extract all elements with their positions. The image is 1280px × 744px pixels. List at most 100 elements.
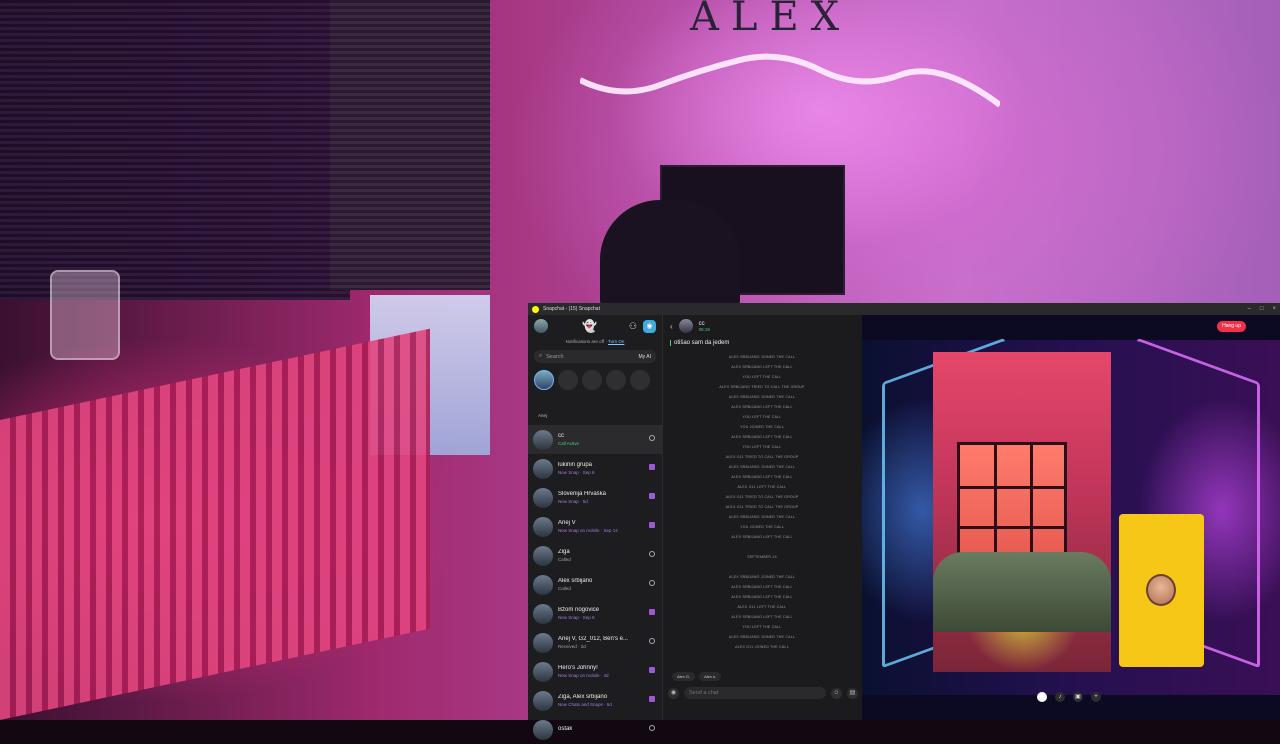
chat-list: cc Call Active lukinin grupa New Snap · Sep… [528, 425, 663, 744]
maximize-icon[interactable]: □ [1260, 306, 1264, 312]
chat-list-item[interactable]: Anej V, G2_012, Ben's e... Received · 2d [528, 628, 663, 657]
chat-avatar [533, 690, 553, 711]
chat-status-icon[interactable] [649, 522, 655, 528]
call-log-entry: ALEX SRBIJANO JOINED THE CALL [728, 355, 796, 359]
chat-status: Called [558, 557, 571, 562]
chat-sidebar: 👻 ⚇ ◉ Notifications are off · Turn On ⌕ … [528, 315, 663, 740]
my-ai-button[interactable]: My AI [638, 354, 651, 360]
chat-status: Called [558, 586, 571, 591]
send-chat-input[interactable] [684, 687, 826, 699]
chat-status: New Snap on mobile · 4d [558, 673, 609, 678]
hang-up-button[interactable]: Hang up [1217, 321, 1246, 332]
bitmoji-avatar [1146, 574, 1176, 606]
chat-name: Žiga [558, 549, 570, 555]
call-controls: ♪ ▣ + [1037, 692, 1101, 702]
chat-list-item[interactable]: Slovenija Hrvaška New Snap · 5d [528, 483, 663, 512]
chat-avatar [533, 661, 553, 682]
chat-status: Call Active [558, 441, 580, 446]
close-icon[interactable]: × [1272, 306, 1276, 312]
conversation-pane: ‹ cc 05:19 otišao sam da jedem ALEX SRBI… [664, 315, 860, 720]
chat-avatar [533, 632, 553, 653]
glass-mug [50, 270, 120, 360]
radiator [0, 328, 430, 720]
chat-status-icon[interactable] [649, 551, 655, 557]
chat-list-item[interactable]: lukinin grupa New Snap · Sep 6 [528, 454, 663, 483]
minimize-icon[interactable]: – [1248, 306, 1251, 312]
chat-name: Žiga, Alex srbijano [558, 694, 608, 700]
call-log-entry: ALEX SRBIJANO JOINED THE CALL [728, 575, 796, 579]
chat-list-item[interactable]: Žiga Called [528, 541, 663, 570]
chat-status-icon[interactable] [649, 725, 655, 731]
add-friend-icon[interactable]: ⚇ [629, 321, 637, 332]
search-bar[interactable]: ⌕ Search My AI [534, 350, 656, 363]
stories-row [528, 366, 662, 400]
gaming-chair [600, 200, 740, 310]
story-placeholder [558, 370, 578, 390]
my-story[interactable] [534, 370, 554, 390]
snapchat-ghost-icon[interactable]: 👻 [582, 319, 597, 333]
story-placeholder [606, 370, 626, 390]
back-icon[interactable]: ‹ [670, 322, 673, 331]
emoji-icon[interactable]: ☺ [831, 687, 842, 699]
chat-list-item[interactable]: cc Call Active [528, 425, 663, 454]
chat-name: Hero's Johnny! [558, 665, 598, 671]
call-log-entry: YOU LEFT THE CALL [742, 375, 782, 379]
call-log-entry: ALEX SRBIJANO LEFT THE CALL [731, 585, 793, 589]
window-blind-side [330, 0, 490, 290]
chat-avatar [533, 458, 553, 479]
chat-avatar [533, 574, 553, 595]
window-blind [0, 0, 350, 300]
chat-avatar [533, 719, 553, 740]
add-participant-icon[interactable]: + [1091, 692, 1101, 702]
chat-name: Anej V, G2_012, Ben's e... [558, 636, 628, 642]
chat-status: New Snap · 5d [558, 499, 588, 504]
camera-button-icon[interactable]: ◉ [668, 687, 679, 699]
my-story-label: Anej [538, 413, 548, 418]
chat-list-item[interactable]: Hero's Johnny! New Snap on mobile · 4d [528, 657, 663, 686]
call-log-entry: ALEX G11 TRIED TO CALL THE GROUP [725, 455, 799, 459]
group-avatar[interactable] [678, 319, 693, 333]
call-log-entry: ALEX SRBIJANO JOINED THE CALL [728, 515, 796, 519]
turn-on-link[interactable]: Turn On [608, 339, 624, 344]
call-log-entry: SEPTEMBER 24 [747, 555, 777, 559]
chat-status: New Snap on mobile · Sep 14 [558, 528, 618, 533]
call-log-entry: ALEX SRBIJANO JOINED THE CALL [728, 395, 796, 399]
chat-status-icon[interactable] [649, 609, 655, 615]
chat-status-icon[interactable] [649, 696, 655, 702]
chat-status-icon[interactable] [649, 435, 655, 441]
chat-list-item[interactable]: ostak [528, 715, 663, 744]
participant-chip[interactable]: Alex G. [672, 672, 696, 681]
chat-status-icon[interactable] [649, 493, 655, 499]
led-strip [580, 53, 1000, 108]
profile-avatar[interactable] [534, 319, 548, 333]
chat-list-item[interactable]: Alex srbijano Called [528, 570, 663, 599]
participant-chip[interactable]: Alex s. [699, 672, 722, 681]
call-log-entry: ALEX SRBIJANO LEFT THE CALL [731, 405, 793, 409]
chat-name: ostak [558, 725, 573, 732]
sticker-icon[interactable]: ▤ [847, 687, 858, 699]
call-log-entry [664, 562, 860, 572]
chat-name: Anej V [558, 520, 576, 526]
chat-status: Received · 2d [558, 644, 586, 649]
chat-name: Slovenija Hrvaška [558, 491, 607, 497]
search-input[interactable]: Search [546, 354, 563, 360]
chat-list-item[interactable]: Žiga, Alex srbijano New Chats and Snaps ·… [528, 686, 663, 715]
chat-list-item[interactable]: Bžom nogovice New Snap · Sep 8 [528, 599, 663, 628]
title-bar: Snapchat - (15) Snapchat – □ × [528, 303, 1280, 315]
chat-status-icon[interactable] [649, 667, 655, 673]
chat-status-icon[interactable] [649, 580, 655, 586]
call-log-entry: YOU JOINED THE CALL [740, 525, 784, 529]
camera-icon[interactable]: ◉ [643, 319, 656, 333]
chat-status: New Chats and Snaps · 6d [558, 702, 612, 707]
chat-name: cc [558, 433, 564, 439]
microphone-icon[interactable]: ♪ [1055, 692, 1065, 702]
chat-composer: ◉ ☺ ▤ [668, 685, 858, 701]
self-avatar-button[interactable] [1037, 692, 1047, 702]
video-icon[interactable]: ▣ [1073, 692, 1083, 702]
call-log-entry: ALEX SRBIJANO LEFT THE CALL [731, 365, 793, 369]
chat-list-item[interactable]: Anej V New Snap on mobile · Sep 14 [528, 512, 663, 541]
chat-status: New Snap · Sep 8 [558, 615, 595, 620]
call-log-entry [664, 542, 860, 552]
chat-status-icon[interactable] [649, 638, 655, 644]
chat-status-icon[interactable] [649, 464, 655, 470]
